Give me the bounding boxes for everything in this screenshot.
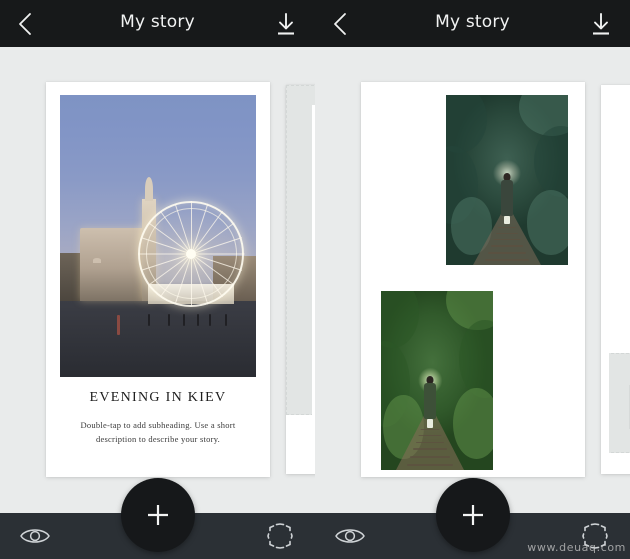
photo-tunnel-of-love-teal[interactable] (446, 95, 568, 265)
card-caption-subtitle[interactable]: Double-tap to add subheading. Use a shor… (64, 418, 252, 446)
photo-evening-in-kiev[interactable] (60, 95, 256, 377)
expand-frame-button-left[interactable] (260, 518, 300, 554)
crop-frame-icon (267, 523, 293, 549)
download-button-right[interactable] (582, 6, 620, 42)
building-dome (92, 258, 101, 263)
photo-tunnel-of-love-green[interactable] (381, 291, 493, 470)
placeholder-photo-block (286, 85, 315, 415)
preview-button-right[interactable] (330, 518, 370, 554)
ferris-wheel (138, 200, 245, 307)
wheel-hub-light (186, 248, 197, 259)
download-icon (278, 13, 294, 35)
header-bar-left: My story (0, 0, 315, 47)
add-block-button-left[interactable] (120, 478, 195, 552)
plus-icon (462, 505, 483, 525)
placeholder-left-gutter (601, 85, 609, 474)
app-screen: EVENING IN KIEV Double-tap to add subhea… (0, 0, 630, 559)
building-left (60, 252, 82, 301)
story-card-kiev[interactable]: EVENING IN KIEV Double-tap to add subhea… (46, 82, 270, 477)
plus-icon (147, 505, 168, 525)
site-watermark: www.deuaq.com (527, 541, 626, 554)
phone-panel-left: EVENING IN KIEV Double-tap to add subhea… (0, 0, 315, 559)
person-foreground (116, 314, 120, 335)
header-bar-right: My story (315, 0, 630, 47)
card-caption-title[interactable]: EVENING IN KIEV (56, 390, 260, 406)
story-card-tunnel[interactable] (361, 82, 585, 477)
plaza-ground (60, 300, 256, 377)
download-icon (593, 13, 609, 35)
story-scroll-area-right[interactable] (315, 47, 630, 513)
person-walking (421, 376, 439, 434)
story-scroll-area-left[interactable]: EVENING IN KIEV Double-tap to add subhea… (0, 47, 315, 513)
phone-panel-right: My story (315, 0, 630, 559)
eye-icon (335, 529, 365, 543)
add-block-button-right[interactable] (435, 478, 510, 552)
story-card-next-peek-left[interactable] (286, 85, 315, 474)
eye-icon (20, 529, 50, 543)
person-walking (498, 173, 516, 231)
building-main (79, 227, 145, 301)
preview-button-left[interactable] (15, 518, 55, 554)
story-card-next-peek-right[interactable] (601, 85, 630, 474)
download-button-left[interactable] (267, 6, 305, 42)
